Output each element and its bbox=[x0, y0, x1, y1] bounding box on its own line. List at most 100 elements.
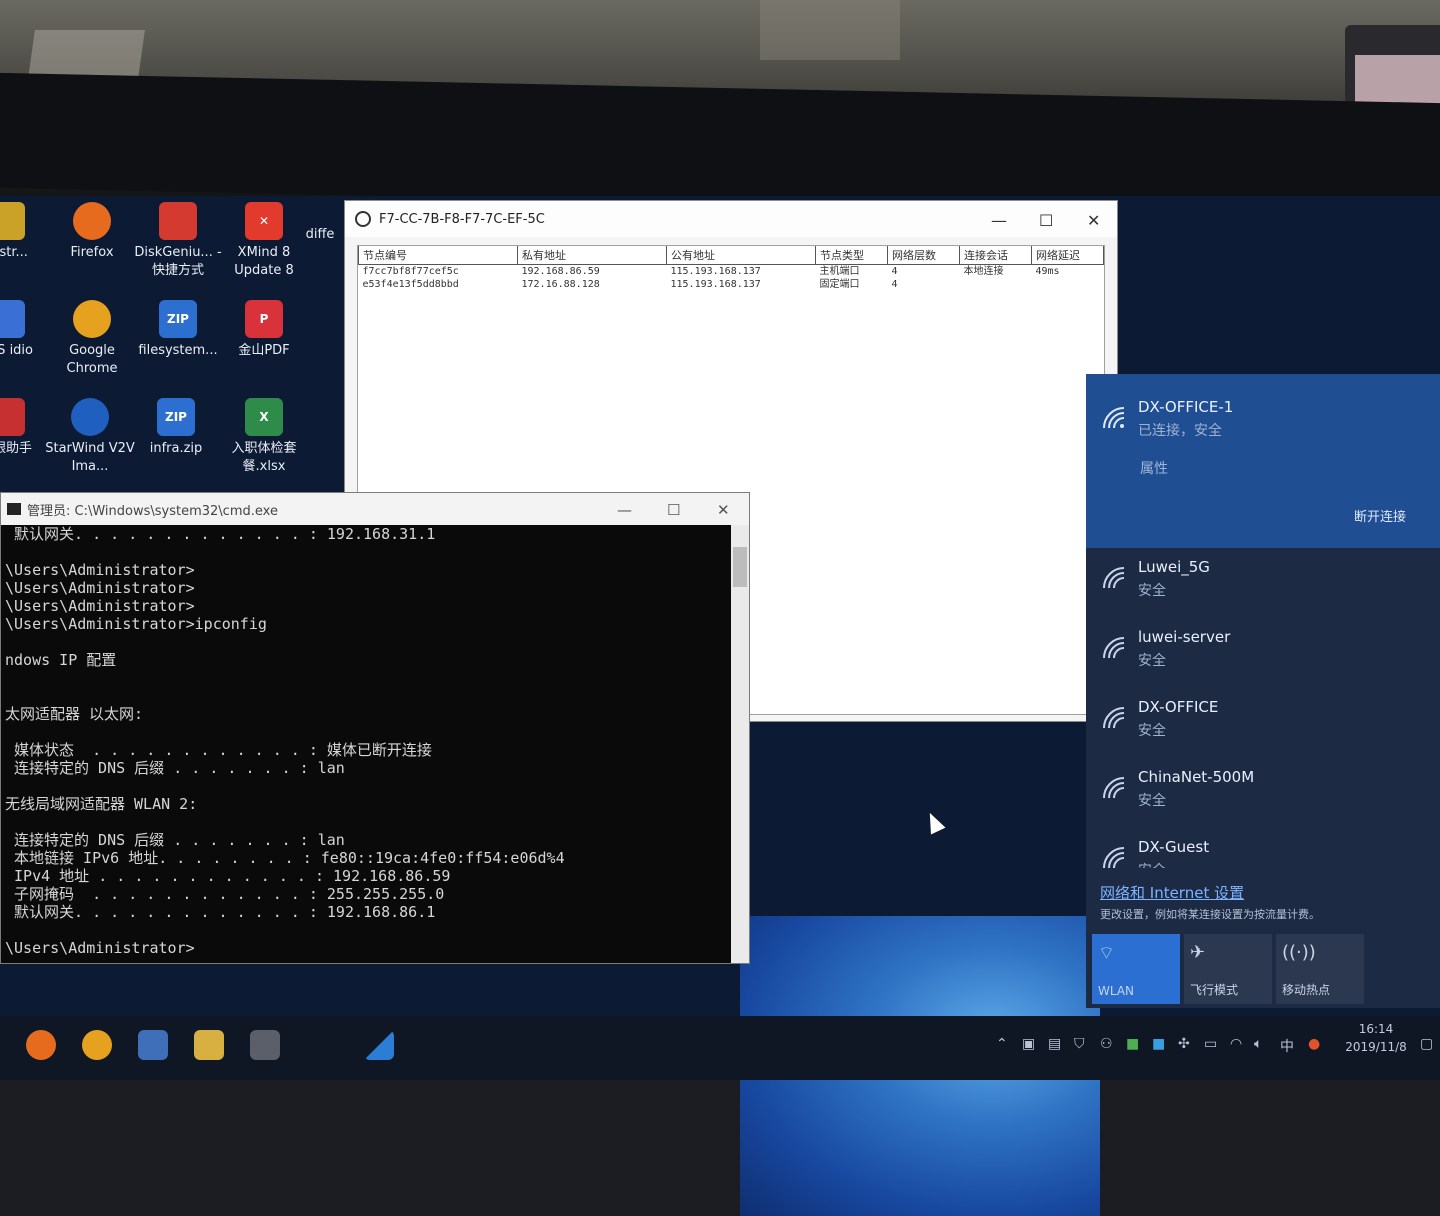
notification-icon[interactable]: ▢ bbox=[1420, 1036, 1433, 1052]
desktop-icon-starwind[interactable]: StarWind V2V Ima... bbox=[44, 398, 136, 476]
tray-app-icon[interactable]: ⚇ bbox=[1100, 1036, 1113, 1052]
cmd-line: IPv4 地址 . . . . . . . . . . . . : 192.16… bbox=[5, 867, 451, 885]
cmd-icon bbox=[7, 503, 21, 515]
disconnect-button[interactable]: 断开连接 bbox=[1354, 506, 1406, 525]
desktop-icon-oos-studio[interactable]: oOS idio bbox=[0, 300, 52, 360]
scrollbar[interactable] bbox=[731, 525, 749, 963]
cmd-line: \Users\Administrator> bbox=[5, 597, 195, 615]
cmd-line: \Users\Administrator> bbox=[5, 939, 195, 957]
taskbar-firefox-icon[interactable] bbox=[26, 1030, 56, 1060]
close-icon[interactable]: ✕ bbox=[1087, 211, 1100, 230]
table-row[interactable]: f7cc7bf8f77cef5c 192.168.86.59 115.193.1… bbox=[359, 265, 1104, 279]
column-header[interactable]: 网络层数 bbox=[887, 246, 960, 265]
wifi-icon: ⌔ bbox=[1098, 943, 1115, 964]
desktop-icon-firefox[interactable]: Firefox bbox=[46, 202, 138, 262]
desktop-icon-diskgenius[interactable]: DiskGeniu... - 快捷方式 bbox=[132, 202, 224, 280]
cmd-line: ndows IP 配置 bbox=[5, 651, 117, 669]
properties-link[interactable]: 属性 bbox=[1140, 458, 1168, 478]
minimize-icon[interactable]: — bbox=[991, 211, 1007, 230]
cmd-line: 连接特定的 DNS 后缀 . . . . . . . : lan bbox=[5, 759, 345, 777]
tray-app-icon[interactable]: ▣ bbox=[1022, 1036, 1035, 1052]
wifi-icon[interactable]: ◠ bbox=[1230, 1036, 1242, 1052]
minimize-icon[interactable]: — bbox=[617, 501, 632, 519]
cmd-line: 本地链接 IPv6 地址. . . . . . . . : fe80::19ca… bbox=[5, 849, 565, 867]
maximize-icon[interactable]: ☐ bbox=[667, 501, 680, 519]
scrollbar-thumb[interactable] bbox=[733, 547, 747, 587]
cmd-line: 无线局域网适配器 WLAN 2: bbox=[5, 795, 198, 813]
desktop-icon-jinshan-pdf[interactable]: P 金山PDF bbox=[218, 300, 310, 360]
chrome-icon bbox=[73, 300, 111, 338]
peer-table: 节点编号 私有地址 公有地址 节点类型 网络层数 连接会话 网络延迟 f7cc7… bbox=[358, 246, 1104, 291]
quick-action-airplane[interactable]: ✈ 飞行模式 bbox=[1184, 934, 1272, 1004]
desktop-icon-infra-zip[interactable]: ZIP infra.zip bbox=[130, 398, 222, 458]
hotspot-icon: ((·)) bbox=[1282, 942, 1316, 963]
ceiling-light-2 bbox=[760, 0, 900, 60]
quick-action-hotspot[interactable]: ((·)) 移动热点 bbox=[1276, 934, 1364, 1004]
column-header[interactable]: 网络延迟 bbox=[1031, 246, 1104, 265]
airplane-icon: ✈ bbox=[1190, 942, 1206, 963]
chevron-up-icon[interactable]: ⌃ bbox=[996, 1036, 1008, 1052]
ime-indicator[interactable]: 中 bbox=[1280, 1036, 1294, 1056]
tray-app-icon[interactable]: ■ bbox=[1152, 1036, 1165, 1052]
studio-icon bbox=[0, 300, 25, 338]
wifi-icon bbox=[1103, 847, 1125, 868]
firefox-icon bbox=[73, 202, 111, 240]
cmd-line bbox=[5, 777, 733, 795]
peer-window-title: F7-CC-7B-F8-F7-7C-EF-5C bbox=[379, 211, 545, 227]
bank-icon bbox=[0, 398, 25, 436]
desktop-icon-xmind[interactable]: ✕ XMind 8 Update 8 bbox=[218, 202, 310, 280]
taskbar-file-explorer-icon[interactable] bbox=[194, 1030, 224, 1060]
taskbar-chrome-icon[interactable] bbox=[82, 1030, 112, 1060]
taskbar-cmd-icon[interactable] bbox=[250, 1030, 280, 1060]
pdf-icon: P bbox=[245, 300, 283, 338]
starwind-icon bbox=[71, 398, 109, 436]
table-row[interactable]: e53f4e13f5dd8bbd 172.16.88.128 115.193.1… bbox=[359, 278, 1104, 291]
sogou-icon[interactable]: ● bbox=[1308, 1036, 1320, 1052]
desktop-icon-admin-tools[interactable]: inistr... bbox=[0, 202, 52, 262]
cmd-line bbox=[5, 633, 733, 651]
tray-app-icon[interactable]: ▤ bbox=[1048, 1036, 1061, 1052]
quick-action-wlan[interactable]: ⌔ WLAN bbox=[1092, 934, 1180, 1004]
column-header[interactable]: 连接会话 bbox=[959, 246, 1032, 265]
cmd-titlebar[interactable]: 管理员: C:\Windows\system32\cmd.exe — ☐ ✕ bbox=[1, 493, 749, 525]
cmd-line bbox=[5, 813, 733, 831]
column-header[interactable]: 节点类型 bbox=[815, 246, 888, 265]
battery-icon[interactable]: ▭ bbox=[1204, 1036, 1217, 1052]
network-item[interactable]: DX-Guest 安全 bbox=[1100, 838, 1430, 868]
wifi-icon bbox=[1103, 567, 1125, 589]
tray-app-icon[interactable]: ✣ bbox=[1178, 1036, 1190, 1052]
cmd-line: 子网掩码 . . . . . . . . . . . . : 255.255.2… bbox=[5, 885, 445, 903]
cmd-window: 管理员: C:\Windows\system32\cmd.exe — ☐ ✕ 默… bbox=[0, 492, 750, 964]
desktop-icon-chrome[interactable]: Google Chrome bbox=[46, 300, 138, 378]
xmind-icon: ✕ bbox=[245, 202, 283, 240]
column-header[interactable]: 节点编号 bbox=[358, 246, 518, 265]
zip-icon: ZIP bbox=[159, 300, 197, 338]
column-header[interactable]: 私有地址 bbox=[517, 246, 667, 265]
cmd-line: \Users\Administrator> bbox=[5, 561, 195, 579]
cmd-line: 太网适配器 以太网: bbox=[5, 705, 144, 723]
tray-app-icon[interactable]: ■ bbox=[1126, 1036, 1139, 1052]
active-network[interactable]: DX-OFFICE-1 已连接，安全 属性 断开连接 bbox=[1086, 374, 1440, 548]
clock-date: 2019/11/8 bbox=[1345, 1040, 1407, 1054]
desktop-icon-filesystem-zip[interactable]: ZIP filesystem... bbox=[132, 300, 224, 360]
network-settings-link[interactable]: 网络和 Internet 设置 bbox=[1100, 882, 1244, 903]
taskbar-app-icon[interactable] bbox=[138, 1030, 168, 1060]
cmd-line: 默认网关. . . . . . . . . . . . . : 192.168.… bbox=[5, 903, 436, 921]
desktop-icon-xlsx[interactable]: X 入职体检套餐.xlsx bbox=[218, 398, 310, 476]
column-header[interactable]: 公有地址 bbox=[666, 246, 816, 265]
wifi-icon bbox=[1103, 707, 1125, 729]
shield-icon[interactable]: ⛉ bbox=[1074, 1036, 1085, 1052]
cmd-line bbox=[5, 921, 733, 939]
cmd-output[interactable]: 默认网关. . . . . . . . . . . . . : 192.168.… bbox=[1, 525, 733, 963]
desktop-icon-diff[interactable]: diffe bbox=[300, 226, 340, 244]
cmd-line bbox=[5, 687, 733, 705]
excel-icon: X bbox=[245, 398, 283, 436]
clock[interactable]: 16:14 2019/11/8 bbox=[1336, 1020, 1416, 1056]
volume-icon[interactable]: 🔈︎ bbox=[1254, 1036, 1262, 1052]
taskbar-network-app-icon[interactable] bbox=[364, 1030, 394, 1060]
close-icon[interactable]: ✕ bbox=[717, 501, 730, 519]
wifi-icon bbox=[1103, 637, 1125, 659]
wifi-icon bbox=[1103, 407, 1125, 429]
peer-window-titlebar[interactable]: F7-CC-7B-F8-F7-7C-EF-5C — ☐ ✕ bbox=[345, 201, 1117, 237]
maximize-icon[interactable]: ☐ bbox=[1039, 211, 1053, 230]
